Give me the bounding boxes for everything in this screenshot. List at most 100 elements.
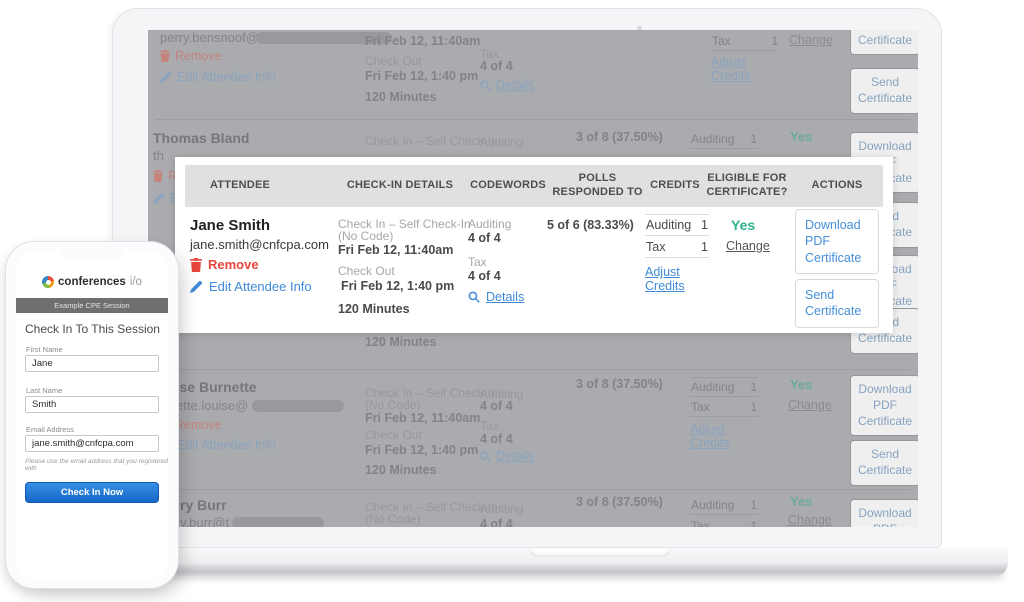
credit-type: Tax bbox=[691, 519, 710, 527]
details-link[interactable]: Details bbox=[480, 449, 534, 463]
credit-row: Auditing 1 bbox=[690, 377, 758, 397]
change-link[interactable]: Change bbox=[789, 33, 833, 47]
trash-icon bbox=[153, 170, 163, 182]
codeword-score: 4 of 4 bbox=[480, 59, 513, 73]
checkout-label: Check Out bbox=[338, 264, 395, 278]
checkin-time: Fri Feb 12, 11:40am bbox=[365, 411, 480, 425]
details-link[interactable]: Details bbox=[480, 78, 534, 92]
logo-brand-text: conferences bbox=[58, 276, 126, 288]
codeword-name: Auditing bbox=[480, 135, 523, 149]
conferences-io-logo-icon bbox=[42, 276, 54, 288]
change-link[interactable]: Change bbox=[726, 239, 770, 253]
eligible-status: Yes bbox=[790, 494, 812, 509]
codeword-score: 4 of 4 bbox=[468, 231, 501, 245]
download-certificate-button[interactable]: Download PDF Certificate bbox=[850, 30, 918, 55]
column-header-codewords: CODEWORDS bbox=[458, 165, 558, 207]
codeword-name: Auditing bbox=[468, 217, 511, 231]
credit-type: Tax bbox=[712, 34, 731, 48]
trash-icon bbox=[160, 50, 170, 62]
session-banner: Example CPE Session bbox=[16, 298, 168, 313]
credit-row: Tax 1 bbox=[690, 517, 758, 527]
attendee-email: perry.bensnoof@ bbox=[160, 30, 259, 45]
last-name-label: Last Name bbox=[26, 386, 62, 395]
codeword-score: 4 of 4 bbox=[468, 269, 501, 283]
checkout-time: Fri Feb 12, 1:40 pm bbox=[365, 69, 478, 83]
laptop-bottom-edge bbox=[85, 563, 1008, 576]
check-in-now-button[interactable]: Check In Now bbox=[25, 482, 159, 503]
duration: 120 Minutes bbox=[365, 335, 437, 349]
laptop-thumb-notch bbox=[529, 548, 671, 557]
logo-suffix-text: i/o bbox=[130, 276, 142, 288]
email-address-input[interactable] bbox=[25, 435, 159, 452]
email-note: Please use the email address that you re… bbox=[25, 458, 168, 472]
credit-value: 1 bbox=[750, 132, 757, 146]
send-certificate-button[interactable]: Send Certificate bbox=[795, 279, 879, 328]
adjust-credits-link[interactable]: Adjust Credits bbox=[645, 265, 693, 293]
credit-row: Auditing 1 bbox=[645, 214, 709, 236]
remove-link[interactable]: Remove bbox=[160, 49, 222, 63]
column-header-attendee: ATTENDEE bbox=[185, 165, 295, 207]
checkin-time: Fri Feb 12, 11:40am bbox=[338, 243, 453, 257]
edit-label: Edit Attendee Info bbox=[209, 279, 312, 294]
polls-responded: 3 of 8 (37.50%) bbox=[576, 495, 663, 509]
checkin-time: Fri Feb 12, 11:40am bbox=[365, 34, 480, 48]
credit-row: Tax 1 bbox=[690, 398, 758, 417]
change-link[interactable]: Change bbox=[788, 398, 832, 412]
remove-label: Remove bbox=[175, 49, 222, 63]
trash-icon bbox=[190, 258, 202, 272]
checkout-label: Check Out bbox=[365, 428, 422, 442]
credit-value: 1 bbox=[750, 380, 757, 394]
credit-type: Tax bbox=[691, 400, 710, 414]
magnifier-icon bbox=[468, 291, 480, 303]
attendee-name: ry Burr bbox=[180, 497, 227, 513]
attendee-email: jane.smith@cnfcpa.com bbox=[190, 237, 329, 252]
details-label: Details bbox=[496, 78, 534, 92]
edit-attendee-link[interactable]: Edit Attendee Info bbox=[160, 70, 276, 84]
details-label: Details bbox=[486, 290, 524, 304]
duration: 120 Minutes bbox=[365, 90, 437, 104]
download-certificate-button[interactable]: Download PDF Certificate bbox=[850, 375, 918, 436]
laptop-base bbox=[85, 548, 1008, 582]
edit-label: Edit Attendee Info bbox=[177, 438, 276, 452]
credit-row: Tax 1 bbox=[711, 32, 779, 51]
phone-notch bbox=[60, 251, 124, 260]
duration: 120 Minutes bbox=[365, 463, 437, 477]
details-label: Details bbox=[496, 449, 534, 463]
pencil-icon bbox=[160, 71, 172, 83]
send-certificate-button[interactable]: Send Certificate bbox=[850, 68, 918, 114]
codeword-name: Auditing bbox=[480, 502, 523, 516]
codeword-score: 4 of 4 bbox=[480, 517, 513, 527]
edit-label: Edit Attendee Info bbox=[177, 70, 276, 84]
download-certificate-button[interactable]: Download PDF Certificate bbox=[850, 499, 918, 527]
row-divider bbox=[156, 119, 910, 120]
redacted-email-domain bbox=[252, 400, 344, 412]
magnifier-icon bbox=[480, 451, 491, 462]
duration: 120 Minutes bbox=[338, 302, 410, 316]
send-certificate-button[interactable]: Send Certificate bbox=[850, 440, 918, 486]
last-name-input[interactable] bbox=[25, 396, 159, 413]
pencil-icon bbox=[190, 280, 203, 293]
column-header-checkin: CHECK-IN DETAILS bbox=[335, 165, 465, 207]
download-certificate-button[interactable]: Download PDF Certificate bbox=[795, 209, 879, 274]
column-header-actions: ACTIONS bbox=[792, 165, 882, 207]
change-link[interactable]: Change bbox=[788, 513, 832, 527]
eligible-status: Yes bbox=[790, 129, 812, 144]
attendee-name: Jane Smith bbox=[190, 217, 270, 234]
app-logo: conferences i/o bbox=[16, 276, 168, 288]
first-name-label: First Name bbox=[26, 345, 63, 354]
row-divider bbox=[156, 369, 910, 370]
column-header-eligible: ELIGIBLE FOR CERTIFICATE? bbox=[697, 165, 797, 207]
remove-link[interactable]: Remove bbox=[190, 257, 259, 272]
first-name-input[interactable] bbox=[25, 355, 159, 372]
credit-value: 1 bbox=[750, 519, 757, 527]
details-link[interactable]: Details bbox=[468, 290, 524, 304]
attendee-detail-card: ATTENDEE CHECK-IN DETAILS CODEWORDS POLL… bbox=[175, 157, 893, 333]
edit-attendee-link[interactable]: Edit Attendee Info bbox=[190, 279, 312, 294]
credit-value: 1 bbox=[750, 498, 757, 512]
eligible-status: Yes bbox=[731, 217, 755, 233]
adjust-credits-link[interactable]: Adjust Credits bbox=[690, 422, 738, 450]
marketing-mockup: perry.bensnoof@ Remove Edit Attendee Inf… bbox=[0, 0, 1024, 602]
polls-responded: 3 of 8 (37.50%) bbox=[576, 130, 663, 144]
adjust-credits-link[interactable]: Adjust Credits bbox=[711, 55, 759, 83]
remove-label: Remove bbox=[175, 418, 222, 432]
